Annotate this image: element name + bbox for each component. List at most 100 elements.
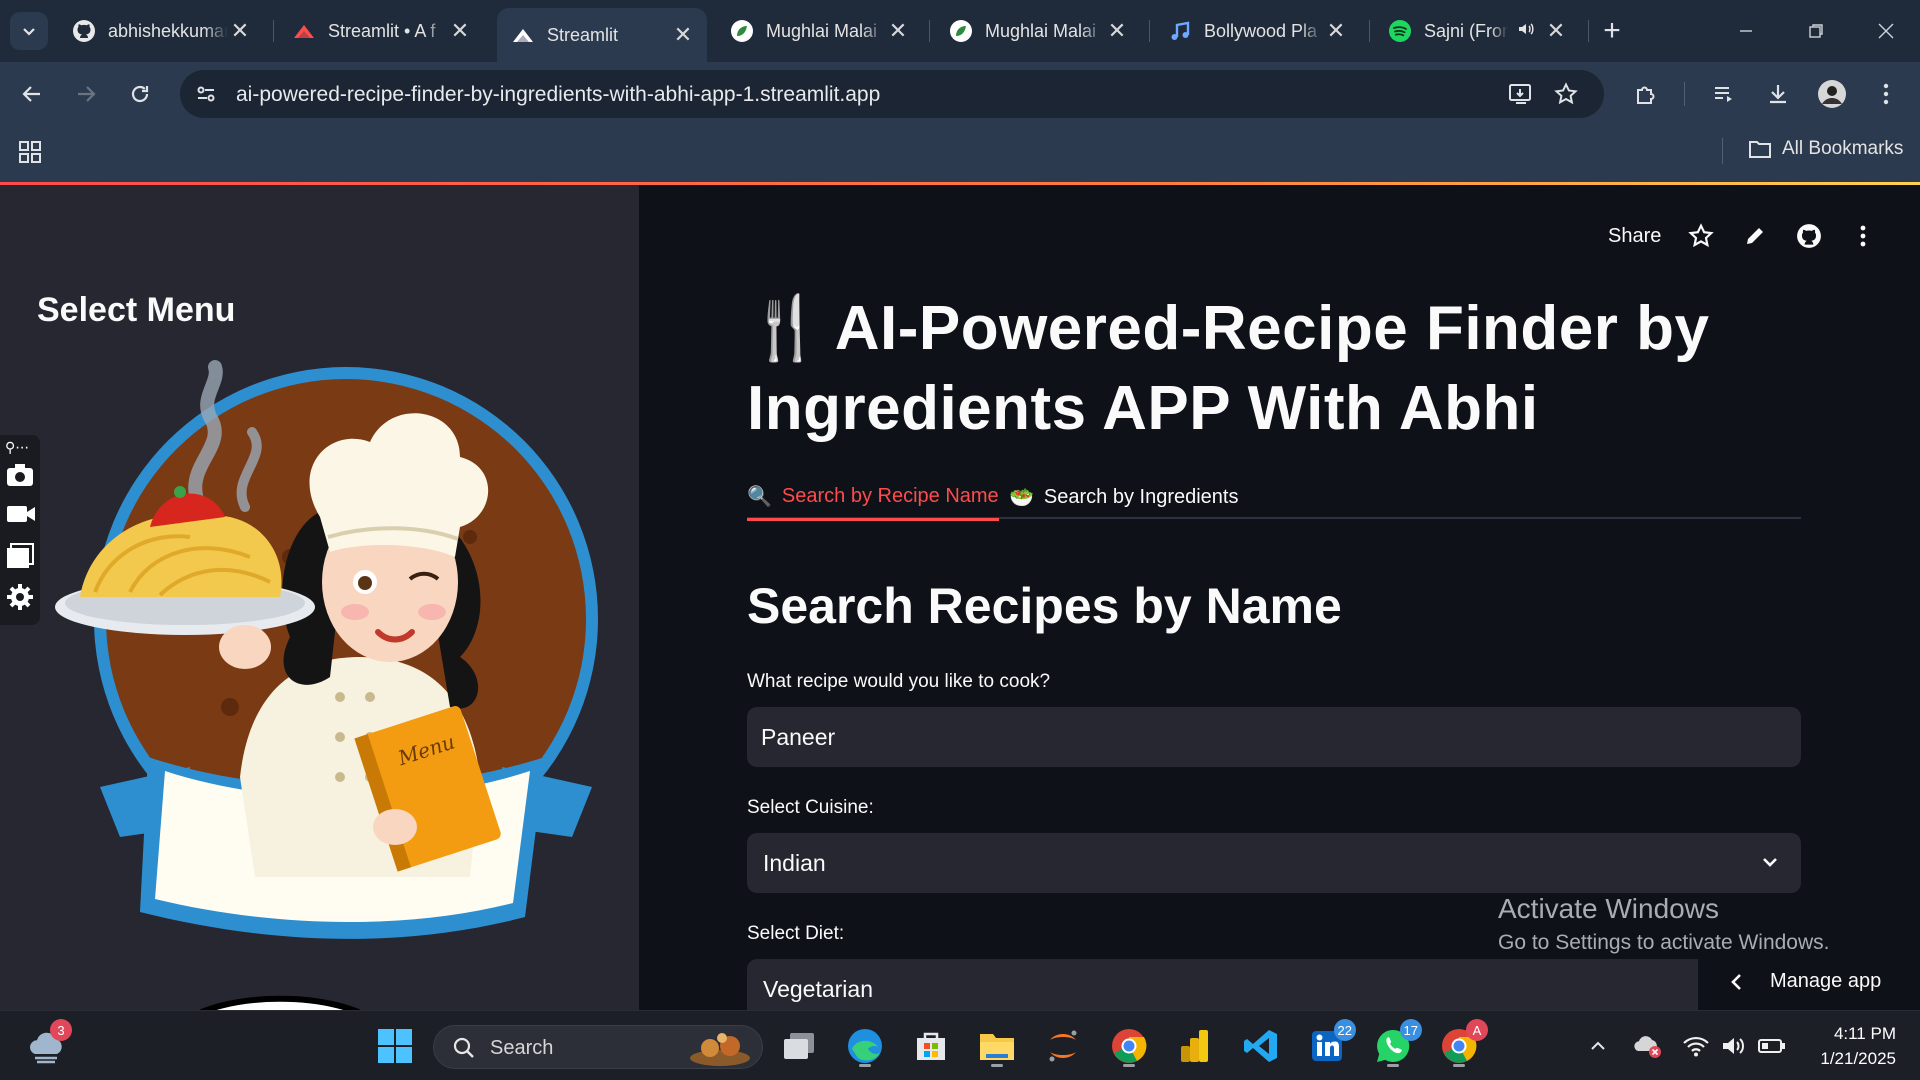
volume-tray[interactable] xyxy=(1714,1023,1754,1069)
running-indicator xyxy=(1453,1064,1465,1067)
section-heading: Search Recipes by Name xyxy=(747,578,1342,634)
whatsapp-app[interactable]: 17 xyxy=(1370,1019,1422,1069)
favorite-button[interactable] xyxy=(1684,219,1718,253)
restore-button[interactable] xyxy=(1796,14,1836,48)
cuisine-select-value: Indian xyxy=(763,849,826,876)
apps-grid-icon[interactable] xyxy=(18,140,42,169)
avatar-icon xyxy=(1818,80,1846,108)
minimize-button[interactable] xyxy=(1726,14,1766,48)
browser-tab-streamlit-docs[interactable]: Streamlit • A f ✕ xyxy=(278,9,484,53)
close-icon[interactable]: ✕ xyxy=(1324,18,1348,43)
tab-search-by-recipe-name[interactable]: 🔍 Search by Recipe Name xyxy=(747,475,999,521)
close-icon[interactable]: ✕ xyxy=(1105,18,1129,43)
address-bar[interactable]: ai-powered-recipe-finder-by-ingredients-… xyxy=(180,70,1604,118)
github-button[interactable] xyxy=(1792,219,1826,253)
system-clock[interactable]: 4:11 PM 1/21/2025 xyxy=(1820,1021,1896,1071)
tab-search-by-ingredients[interactable]: 🥗 Search by Ingredients xyxy=(1009,475,1238,519)
browser-tab-mughlai-1[interactable]: Mughlai Malai ✕ xyxy=(716,9,922,53)
browser-tab-spotify[interactable]: Sajni (From ✕ xyxy=(1374,9,1574,53)
close-icon[interactable]: ✕ xyxy=(671,22,695,47)
search-highlight-icon xyxy=(690,1033,750,1066)
tab-separator xyxy=(273,20,274,42)
edit-button[interactable] xyxy=(1738,219,1772,253)
content-tabs: 🔍 Search by Recipe Name 🥗 Search by Ingr… xyxy=(747,475,1801,521)
show-hidden-icons-button[interactable] xyxy=(1580,1023,1616,1069)
leaf-icon xyxy=(949,19,973,43)
activate-windows-watermark: Activate Windows Go to Settings to activ… xyxy=(1498,893,1830,955)
forward-button[interactable] xyxy=(68,76,104,112)
onedrive-error-icon xyxy=(1634,1036,1661,1058)
chevron-down-icon xyxy=(1763,858,1777,867)
browser-tab-github[interactable]: abhishekkumar ✕ xyxy=(58,9,264,53)
salad-icon: 🥗 xyxy=(1009,486,1034,509)
recipe-name-input[interactable]: Paneer xyxy=(747,707,1801,767)
back-button[interactable] xyxy=(14,76,50,112)
onedrive-tray[interactable] xyxy=(1628,1023,1668,1069)
battery-tray[interactable] xyxy=(1752,1023,1792,1069)
new-tab-button[interactable]: + xyxy=(1594,13,1630,49)
file-explorer-app[interactable] xyxy=(974,1023,1020,1069)
spotify-icon xyxy=(1388,19,1412,43)
star-icon xyxy=(1688,223,1714,248)
speaker-icon[interactable] xyxy=(1516,19,1536,44)
downloads-button[interactable] xyxy=(1760,76,1796,112)
extensions-button[interactable] xyxy=(1628,76,1664,112)
profile-avatar[interactable] xyxy=(1814,76,1850,112)
browser-tab-mughlai-2[interactable]: Mughlai Malai ✕ xyxy=(935,9,1141,53)
close-icon[interactable]: ✕ xyxy=(886,18,910,43)
close-icon[interactable]: ✕ xyxy=(228,18,252,43)
close-window-button[interactable] xyxy=(1866,14,1906,48)
github-icon xyxy=(1797,224,1821,248)
bookmarks-divider xyxy=(1722,138,1723,164)
browser-tab-streamlit-active[interactable]: Streamlit ✕ xyxy=(497,8,707,62)
url-text[interactable]: ai-powered-recipe-finder-by-ingredients-… xyxy=(236,83,880,107)
start-button[interactable] xyxy=(372,1023,418,1069)
streamlit-icon xyxy=(292,19,316,43)
share-button[interactable]: Share xyxy=(1608,225,1661,248)
main-menu-button[interactable] xyxy=(1846,219,1880,253)
linkedin-app[interactable]: 22 xyxy=(1304,1019,1356,1069)
task-view-button[interactable] xyxy=(776,1023,822,1069)
sidebar-title: Select Menu xyxy=(37,291,236,329)
microsoft-store-app[interactable] xyxy=(908,1023,954,1069)
wifi-tray[interactable] xyxy=(1676,1023,1716,1069)
close-icon[interactable]: ✕ xyxy=(448,18,472,43)
manage-app-button[interactable]: Manage app xyxy=(1698,953,1920,1010)
bookmarks-bar: All Bookmarks xyxy=(0,126,1920,182)
pencil-icon xyxy=(1747,228,1763,244)
chrome-app[interactable] xyxy=(1106,1023,1152,1069)
edge-app[interactable] xyxy=(842,1023,888,1069)
taskbar-search[interactable]: Search xyxy=(433,1025,763,1069)
diet-select[interactable]: Vegetarian xyxy=(747,959,1801,1010)
second-image-peek xyxy=(199,995,361,1010)
video-camera-icon[interactable] xyxy=(6,503,36,530)
running-indicator xyxy=(1123,1064,1135,1067)
weather-widget[interactable]: 3 xyxy=(24,1019,72,1069)
power-bi-app[interactable] xyxy=(1172,1023,1218,1069)
reload-icon xyxy=(131,85,149,103)
power-bi-icon xyxy=(1181,1030,1208,1062)
media-controls-button[interactable] xyxy=(1706,76,1742,112)
windows-taskbar: 3 Search 22 17 A 4:11 PM 1/21/2025 xyxy=(0,1010,1920,1080)
tab-separator xyxy=(1149,20,1150,42)
cuisine-select[interactable]: Indian xyxy=(747,833,1801,893)
close-icon[interactable]: ✕ xyxy=(1544,18,1568,43)
tab-search-button[interactable] xyxy=(10,12,48,50)
jupyter-app[interactable] xyxy=(1040,1023,1086,1069)
camera-icon[interactable] xyxy=(6,463,34,492)
taskbar-search-label: Search xyxy=(490,1037,554,1059)
all-bookmarks-button[interactable]: All Bookmarks xyxy=(1748,138,1903,160)
browser-tab-bollywood[interactable]: Bollywood Pla ✕ xyxy=(1154,9,1360,53)
vscode-app[interactable] xyxy=(1238,1023,1284,1069)
browser-menu-button[interactable] xyxy=(1868,76,1904,112)
chrome-profile-app[interactable]: A xyxy=(1436,1019,1488,1069)
site-settings-icon[interactable] xyxy=(194,82,218,111)
more-options-icon[interactable]: ⚲⋯ xyxy=(5,439,29,456)
tab-separator xyxy=(1588,20,1589,42)
window-capture-icon[interactable] xyxy=(6,543,34,574)
bookmark-star-icon[interactable] xyxy=(1554,82,1578,111)
install-app-icon[interactable] xyxy=(1508,82,1534,111)
gear-icon[interactable] xyxy=(6,583,34,616)
reload-button[interactable] xyxy=(122,76,158,112)
battery-icon xyxy=(1758,1039,1785,1053)
